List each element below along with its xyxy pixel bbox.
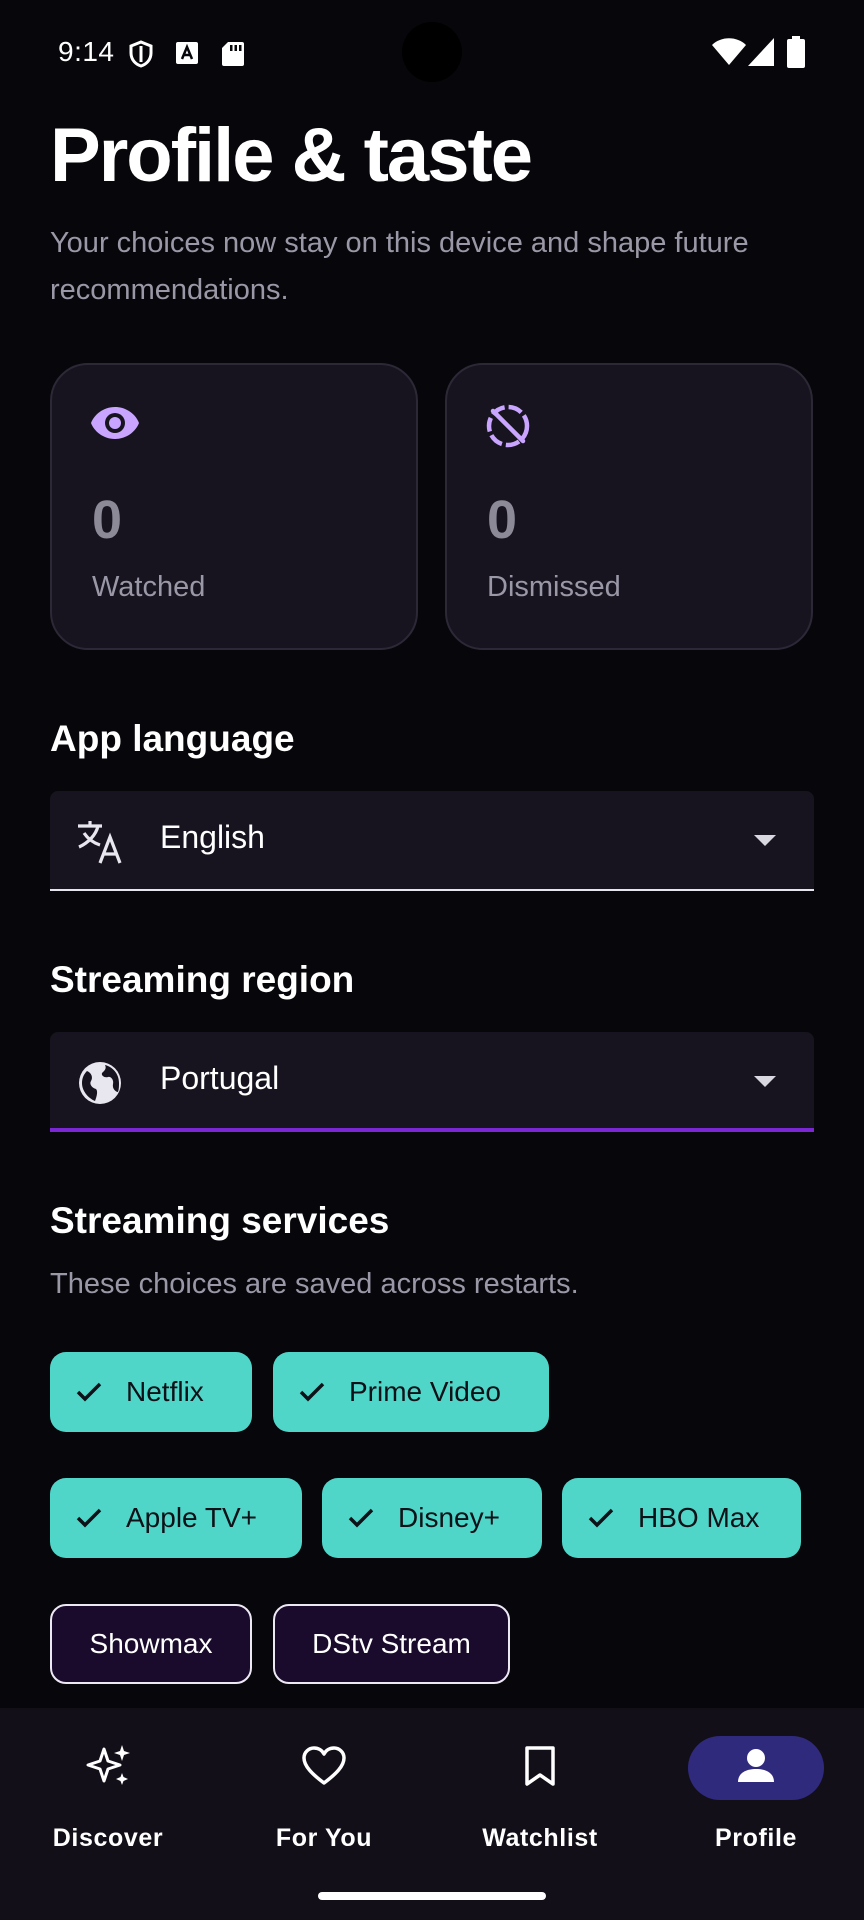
page-subtitle: Your choices now stay on this device and… — [50, 227, 749, 306]
service-chip-label: DStv Stream — [312, 1628, 471, 1659]
check-icon — [348, 1508, 378, 1528]
service-chip-showmax[interactable]: Showmax — [50, 1604, 252, 1684]
service-chip-disney[interactable]: Disney+ — [322, 1478, 542, 1558]
battery-icon — [787, 36, 805, 73]
status-bar: 9:14 — [0, 0, 864, 100]
dismissed-count: 0 — [487, 490, 518, 550]
nav-icon-container — [40, 1736, 176, 1800]
person-icon — [736, 1748, 776, 1789]
eye-off-icon — [485, 403, 531, 454]
font-app-icon — [176, 42, 198, 69]
watched-stat-card: 0 Watched — [50, 363, 418, 650]
nav-item-discover[interactable]: Discover — [0, 1708, 216, 1868]
service-chip-label: Prime Video — [349, 1376, 502, 1407]
chevron-down-icon — [754, 1076, 776, 1087]
region-dropdown[interactable]: Portugal — [50, 1032, 814, 1132]
cellular-signal-icon — [748, 38, 774, 71]
chevron-down-icon — [754, 835, 776, 846]
service-chip-label: Showmax — [89, 1628, 213, 1659]
dismissed-label: Dismissed — [487, 571, 621, 603]
nav-icon-container — [472, 1736, 608, 1800]
translate-icon — [76, 819, 124, 870]
service-chip-dstv-stream[interactable]: DStv Stream — [273, 1604, 510, 1684]
streaming-services-heading: Streaming services — [50, 1200, 390, 1241]
nav-item-for-you[interactable]: For You — [216, 1708, 432, 1868]
check-icon — [76, 1382, 106, 1402]
eye-icon — [90, 405, 140, 446]
language-value: English — [160, 819, 265, 855]
nav-icon-container — [688, 1736, 824, 1800]
check-icon — [588, 1508, 618, 1528]
nav-item-profile[interactable]: Profile — [648, 1708, 864, 1868]
shield-icon — [128, 40, 154, 73]
globe-icon — [78, 1061, 122, 1110]
service-chip-prime-video[interactable]: Prime Video — [273, 1352, 549, 1432]
nav-label: Watchlist — [482, 1824, 598, 1852]
wifi-icon — [712, 38, 746, 71]
watched-count: 0 — [92, 490, 123, 550]
nav-label: For You — [275, 1824, 373, 1852]
camera-cutout — [402, 22, 462, 82]
profile-screen: 9:14 Profile & taste Your choices now st… — [0, 0, 864, 1920]
region-value: Portugal — [160, 1060, 280, 1096]
service-chip-apple-tv[interactable]: Apple TV+ — [50, 1478, 302, 1558]
service-chip-label: Apple TV+ — [126, 1502, 258, 1533]
nav-icon-container — [256, 1736, 392, 1800]
service-chip-label: Netflix — [126, 1376, 204, 1407]
services-note: These choices are saved across restarts. — [50, 1268, 579, 1300]
heart-icon — [302, 1745, 346, 1791]
language-dropdown[interactable]: English — [50, 791, 814, 891]
streaming-region-heading: Streaming region — [50, 959, 355, 1000]
watched-label: Watched — [92, 571, 206, 603]
page-title: Profile & taste — [50, 113, 533, 198]
service-chip-label: HBO Max — [638, 1502, 760, 1533]
dismissed-stat-card: 0 Dismissed — [445, 363, 813, 650]
app-language-heading: App language — [50, 718, 295, 759]
bookmark-icon — [524, 1745, 556, 1792]
bottom-navigation: Discover For You Watchlist Profile — [0, 1708, 864, 1920]
service-chip-netflix[interactable]: Netflix — [50, 1352, 252, 1432]
sparkles-icon — [84, 1743, 132, 1794]
check-icon — [76, 1508, 106, 1528]
nav-label: Profile — [715, 1824, 797, 1852]
status-time: 9:14 — [58, 36, 115, 67]
nav-label: Discover — [52, 1824, 164, 1852]
sd-card-icon — [222, 42, 244, 71]
check-icon — [299, 1382, 329, 1402]
service-chip-label: Disney+ — [398, 1502, 500, 1533]
nav-item-watchlist[interactable]: Watchlist — [432, 1708, 648, 1868]
service-chip-hbo-max[interactable]: HBO Max — [562, 1478, 801, 1558]
home-indicator[interactable] — [318, 1892, 546, 1900]
